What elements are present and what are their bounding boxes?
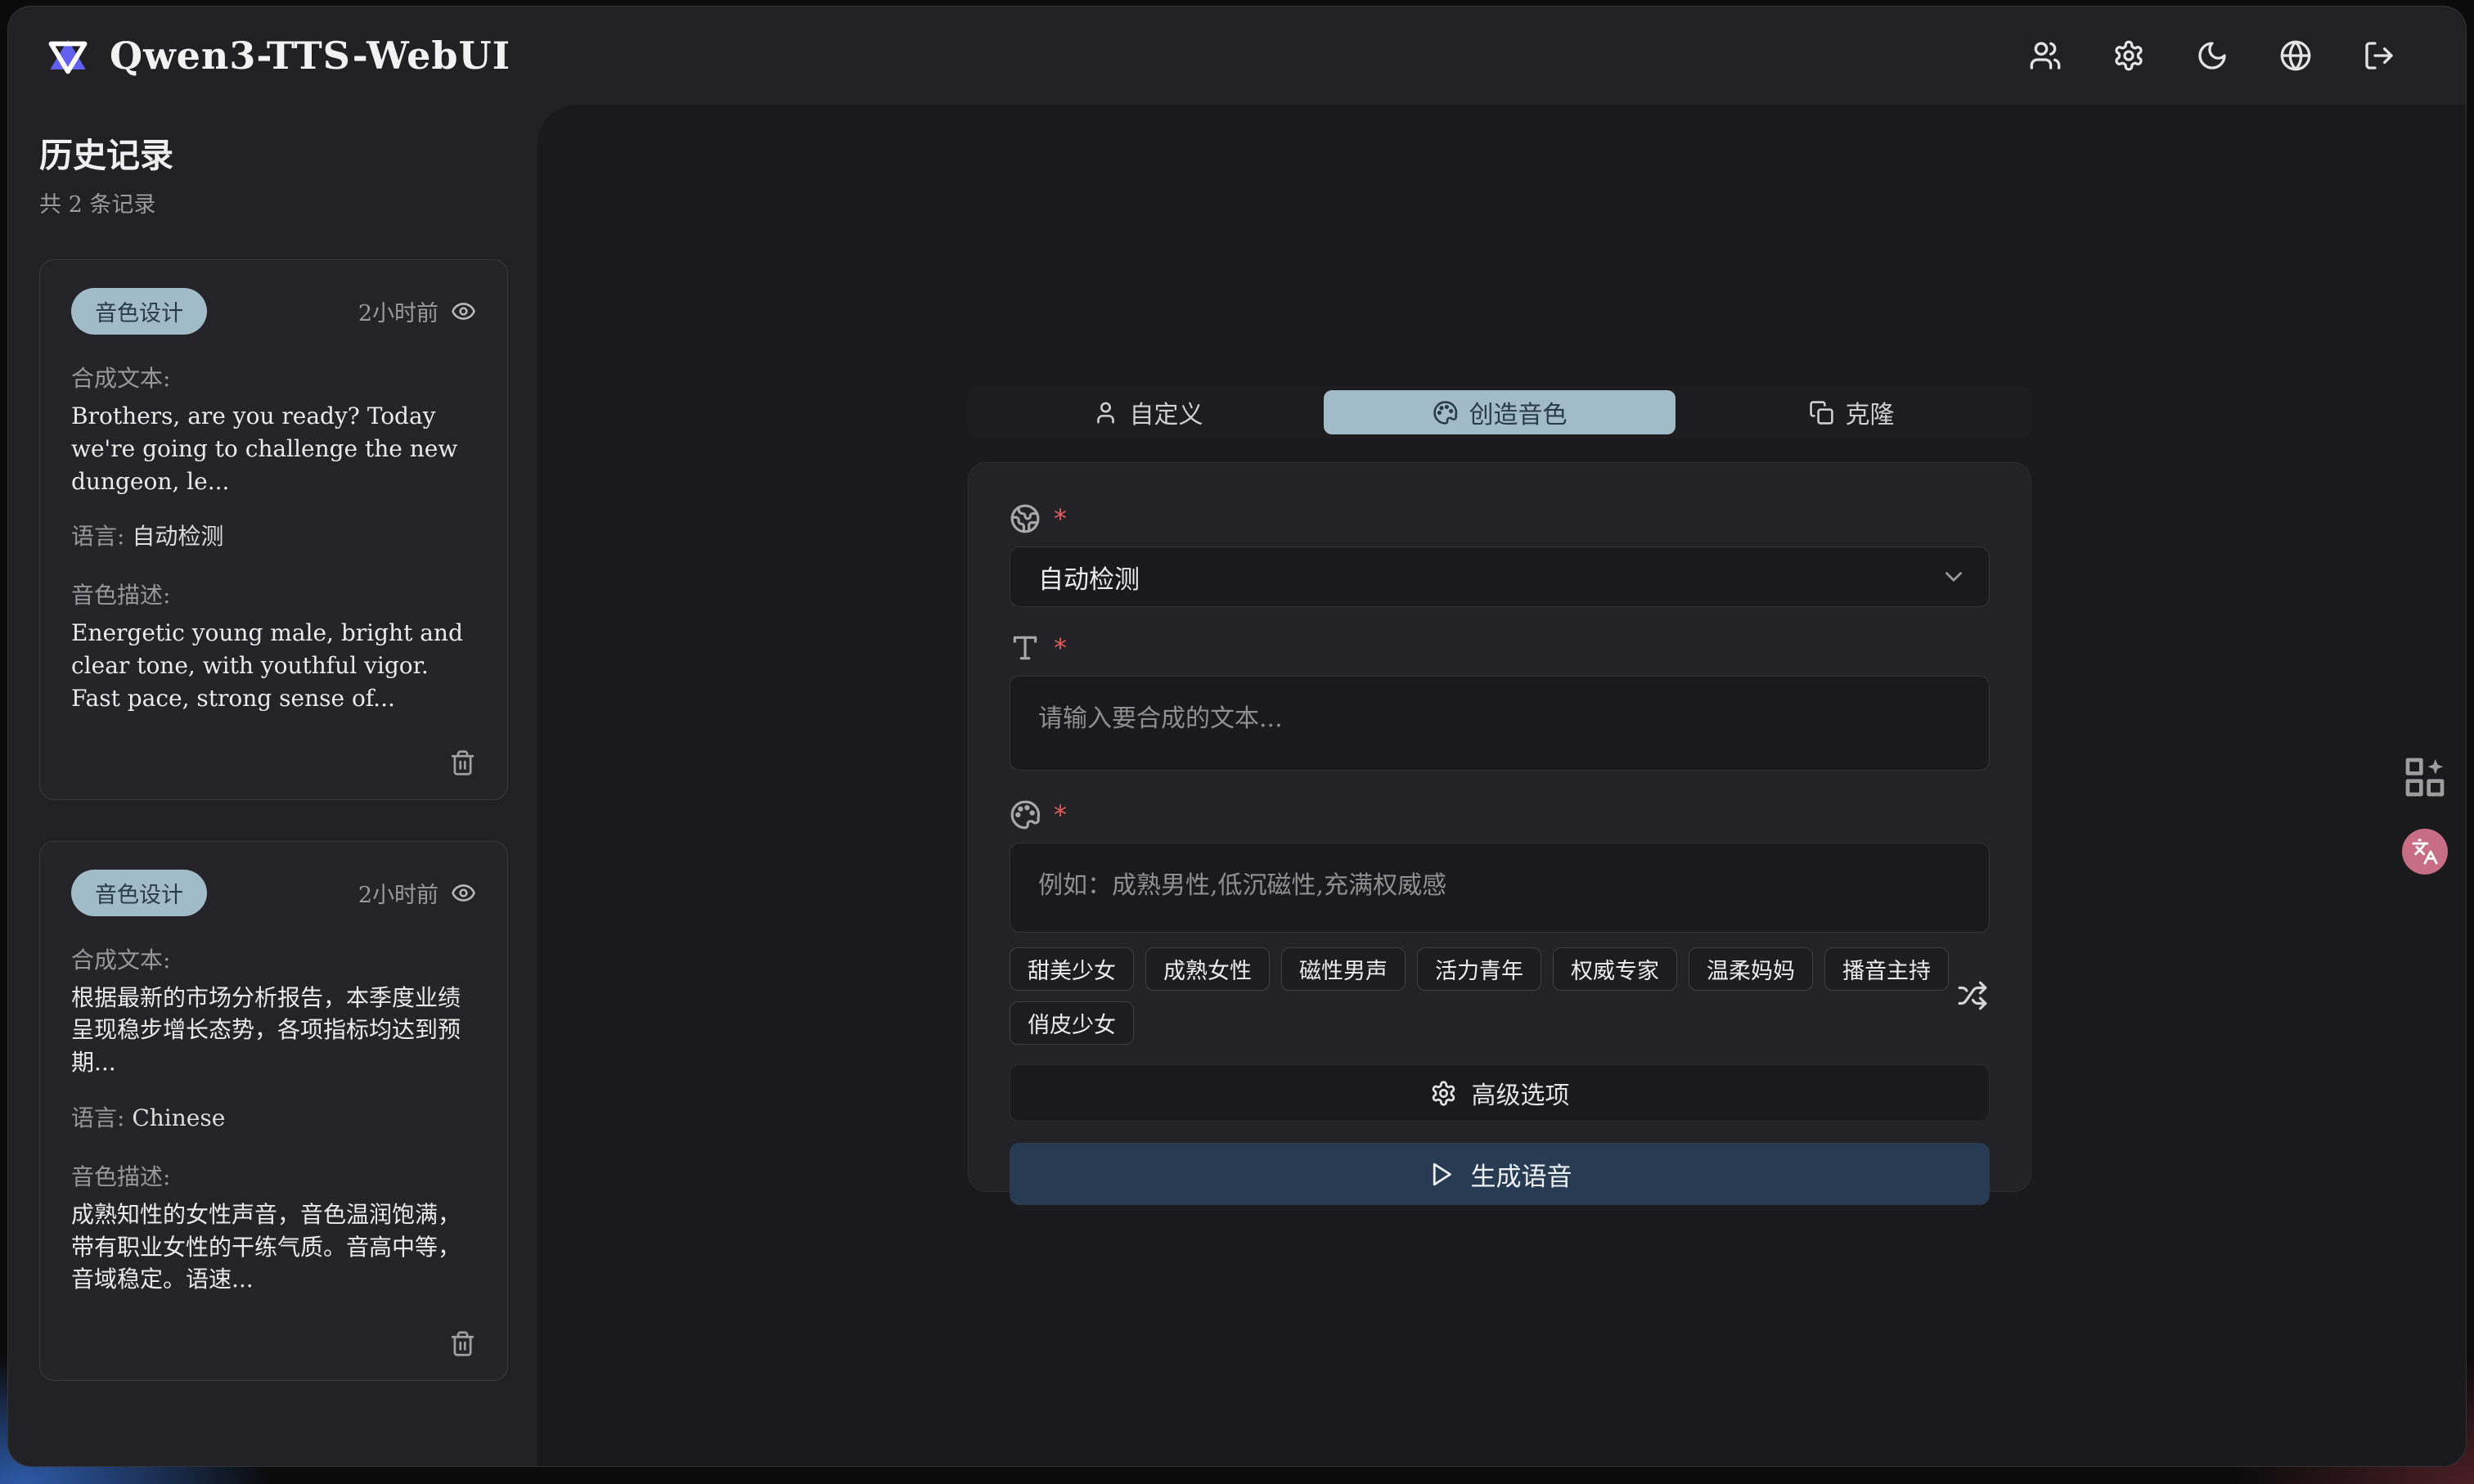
eye-icon[interactable] [451, 880, 476, 906]
advanced-options-button[interactable]: 高级选项 [1010, 1064, 1990, 1122]
earth-icon [1010, 503, 1041, 534]
palette-icon [1010, 799, 1041, 830]
tab-create-voice[interactable]: 创造音色 [1324, 390, 1676, 434]
tab-clone[interactable]: 克隆 [1676, 390, 2027, 434]
users-icon[interactable] [2027, 38, 2063, 74]
voice-tag-row: 甜美少女 成熟女性 磁性男声 活力青年 权威专家 温柔妈妈 播音主持 俏皮少女 [1010, 947, 1990, 1045]
dark-mode-moon-icon[interactable] [2194, 38, 2230, 74]
language-value: 自动检测 [132, 523, 223, 550]
palette-icon [1433, 400, 1458, 425]
voice-tag-chip[interactable]: 俏皮少女 [1010, 1001, 1134, 1045]
voice-desc-label: 音色描述: [71, 578, 476, 610]
voice-desc-label: 音色描述: [71, 1159, 476, 1192]
history-time: 2小时前 [358, 877, 439, 909]
language-value: Chinese [132, 1104, 225, 1131]
settings-icon[interactable] [2111, 38, 2147, 74]
voice-tag-chip[interactable]: 活力青年 [1417, 947, 1541, 991]
chevron-down-icon [1940, 563, 1968, 591]
language-select[interactable]: 自动检测 [1010, 546, 1990, 607]
logout-icon[interactable] [2361, 38, 2397, 74]
globe-icon[interactable] [2278, 38, 2314, 74]
history-badge: 音色设计 [71, 870, 207, 916]
main-panel: 自定义 创造音色 克隆 * [538, 105, 2466, 1466]
voice-tag-chip[interactable]: 磁性男声 [1281, 947, 1406, 991]
tab-custom[interactable]: 自定义 [972, 390, 1324, 434]
topbar: Qwen3-TTS-WebUI [8, 7, 2466, 105]
translate-button[interactable] [2402, 829, 2448, 875]
app-window: Qwen3-TTS-WebUI [8, 7, 2466, 1466]
voice-tag-chip[interactable]: 成熟女性 [1145, 947, 1270, 991]
tab-label: 创造音色 [1469, 394, 1568, 430]
components-sparkle-icon[interactable] [2402, 754, 2448, 800]
trash-icon[interactable] [449, 749, 476, 776]
advanced-options-label: 高级选项 [1472, 1075, 1570, 1111]
voice-tag-chip[interactable]: 温柔妈妈 [1689, 947, 1813, 991]
history-count: 共 2 条记录 [39, 187, 538, 218]
trash-icon[interactable] [449, 1330, 476, 1357]
app-title: Qwen3-TTS-WebUI [110, 34, 511, 78]
synth-text-label: 合成文本: [71, 361, 476, 393]
history-title: 历史记录 [39, 128, 538, 177]
language-label: 语言: [71, 1104, 124, 1131]
synth-text-value: Brothers, are you ready? Today we're goi… [71, 400, 476, 497]
play-icon [1428, 1161, 1455, 1188]
language-label: 语言: [71, 523, 124, 550]
gear-icon [1430, 1080, 1457, 1107]
language-field-label: * [1010, 501, 1990, 537]
generate-speech-label: 生成语音 [1471, 1156, 1572, 1193]
voice-desc-value: 成熟知性的女性声音，音色温润饱满，带有职业女性的干练气质。音高中等，音域稳定。语… [71, 1198, 476, 1296]
history-card[interactable]: 音色设计 2小时前 合成文本: Brothers, are you ready?… [39, 259, 508, 800]
mode-tabs: 自定义 创造音色 克隆 [968, 386, 2031, 438]
voice-desc-value: Energetic young male, bright and clear t… [71, 617, 476, 714]
copy-icon [1809, 400, 1834, 425]
synthesis-text-input[interactable] [1010, 676, 1990, 771]
tts-form: * 自动检测 * * [968, 462, 2031, 1192]
text-field-label: * [1010, 630, 1990, 666]
voice-tag-chip[interactable]: 播音主持 [1824, 947, 1949, 991]
app-logo-icon [44, 32, 92, 79]
voice-tag-chip[interactable]: 甜美少女 [1010, 947, 1134, 991]
synth-text-value: 根据最新的市场分析报告，本季度业绩呈现稳步增长态势，各项指标均达到预期... [71, 982, 476, 1079]
voice-desc-field-label: * [1010, 797, 1990, 833]
required-asterisk: * [1054, 799, 1067, 830]
synth-text-label: 合成文本: [71, 942, 476, 975]
translate-icon [2411, 838, 2439, 866]
voice-tags: 甜美少女 成熟女性 磁性男声 活力青年 权威专家 温柔妈妈 播音主持 俏皮少女 [1010, 947, 1950, 1045]
topbar-actions [2027, 38, 2397, 74]
required-asterisk: * [1054, 632, 1067, 663]
eye-icon[interactable] [451, 299, 476, 324]
voice-desc-input[interactable] [1010, 843, 1990, 933]
user-icon [1093, 400, 1118, 425]
generate-speech-button[interactable]: 生成语音 [1010, 1143, 1990, 1205]
history-time: 2小时前 [358, 295, 439, 327]
brand: Qwen3-TTS-WebUI [44, 32, 511, 79]
shuffle-icon[interactable] [1957, 980, 1990, 1013]
history-card[interactable]: 音色设计 2小时前 合成文本: 根据最新的市场分析报告，本季度业绩呈现稳步增长态… [39, 841, 508, 1382]
type-icon [1010, 632, 1041, 663]
history-badge: 音色设计 [71, 288, 207, 335]
voice-tag-chip[interactable]: 权威专家 [1553, 947, 1677, 991]
tab-label: 自定义 [1130, 394, 1203, 430]
required-asterisk: * [1054, 503, 1067, 534]
tab-label: 克隆 [1846, 394, 1895, 430]
history-sidebar: 历史记录 共 2 条记录 音色设计 2小时前 合成文本: Brothers, a… [8, 105, 538, 1466]
language-select-value: 自动检测 [1038, 559, 1140, 596]
